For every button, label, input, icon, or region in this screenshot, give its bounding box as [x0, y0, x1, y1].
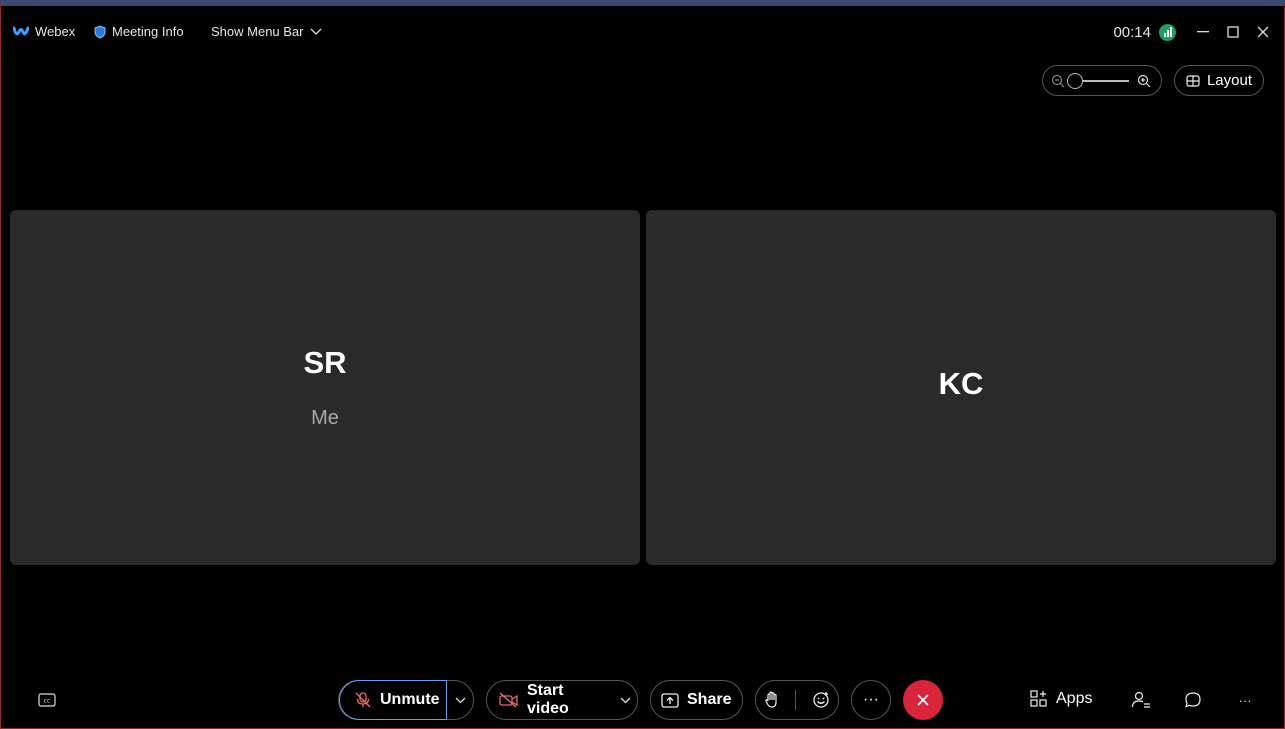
zoom-slider[interactable]	[1067, 72, 1129, 89]
show-menu-bar-label: Show Menu Bar	[211, 24, 304, 39]
participant-initials: SR	[303, 345, 347, 380]
unmute-label: Unmute	[380, 691, 440, 708]
app-name: Webex	[35, 24, 76, 39]
reactions-control-group	[755, 680, 839, 720]
reactions-icon[interactable]	[812, 691, 830, 709]
zoom-slider-handle[interactable]	[1067, 72, 1083, 89]
show-menu-bar-button[interactable]: Show Menu Bar	[211, 24, 322, 39]
chat-icon	[1184, 691, 1202, 709]
apps-label: Apps	[1056, 690, 1093, 707]
zoom-in-icon[interactable]	[1137, 74, 1151, 88]
zoom-out-icon[interactable]	[1051, 74, 1065, 88]
share-button[interactable]: Share	[650, 680, 743, 720]
chevron-down-icon	[620, 697, 631, 704]
chevron-down-icon	[310, 28, 322, 36]
svg-text:cc: cc	[44, 698, 51, 705]
more-options-label: ···	[1238, 692, 1252, 708]
apps-button[interactable]: Apps	[1030, 690, 1092, 708]
microphone-muted-icon	[354, 691, 372, 709]
closed-captions-button[interactable]: cc	[37, 690, 57, 710]
layout-button[interactable]: Layout	[1174, 65, 1264, 96]
audio-options-dropdown[interactable]	[447, 680, 473, 720]
close-icon	[916, 693, 930, 707]
more-options-button[interactable]: ···	[851, 680, 891, 720]
more-options-label: ···	[863, 691, 879, 708]
meeting-window: Webex Meeting Info Show Menu Bar 00:14 L…	[0, 0, 1285, 729]
minimize-icon	[1197, 31, 1209, 33]
video-options-dropdown[interactable]	[613, 680, 637, 720]
close-icon	[1257, 26, 1269, 38]
unmute-button[interactable]: Unmute	[339, 680, 448, 720]
audio-control-group: Unmute	[338, 680, 474, 720]
video-off-icon[interactable]	[499, 692, 519, 708]
participant-tile-self[interactable]: SR Me	[10, 210, 640, 565]
chat-panel-button[interactable]	[1182, 690, 1204, 710]
meeting-timer: 00:14	[1113, 24, 1176, 41]
participant-self-label: Me	[311, 407, 339, 429]
participant-initials: KC	[938, 365, 984, 401]
layout-grid-icon	[1186, 74, 1200, 87]
divider	[795, 690, 797, 710]
video-control-group: Start video	[486, 680, 638, 720]
webex-app-button[interactable]: Webex	[13, 24, 75, 39]
panel-more-options-button[interactable]: ···	[1234, 690, 1256, 710]
participants-panel-button[interactable]	[1130, 690, 1152, 710]
meeting-info-button[interactable]: Meeting Info	[94, 24, 184, 39]
title-bar: Webex Meeting Info Show Menu Bar 00:14	[1, 12, 1285, 52]
maximize-button[interactable]	[1223, 24, 1243, 40]
shield-icon	[94, 24, 106, 39]
closed-captions-icon: cc	[38, 693, 56, 707]
minimize-button[interactable]	[1193, 24, 1213, 40]
meeting-info-label: Meeting Info	[112, 24, 184, 39]
maximize-icon	[1227, 26, 1239, 38]
layout-label: Layout	[1206, 72, 1253, 89]
close-button[interactable]	[1253, 24, 1273, 40]
share-label: Share	[687, 691, 732, 708]
webex-logo-icon	[13, 26, 29, 38]
raise-hand-icon[interactable]	[764, 691, 780, 709]
zoom-control	[1042, 65, 1162, 96]
start-video-button[interactable]: Start video	[527, 682, 603, 718]
participant-tile-remote[interactable]: KC	[646, 210, 1276, 565]
participants-icon	[1131, 691, 1151, 709]
timer-text: 00:14	[1113, 24, 1151, 41]
leave-meeting-button[interactable]	[903, 680, 943, 720]
chevron-down-icon	[455, 697, 466, 704]
network-signal-icon[interactable]	[1159, 24, 1176, 41]
apps-grid-icon	[1030, 690, 1048, 708]
share-screen-icon	[661, 692, 679, 708]
